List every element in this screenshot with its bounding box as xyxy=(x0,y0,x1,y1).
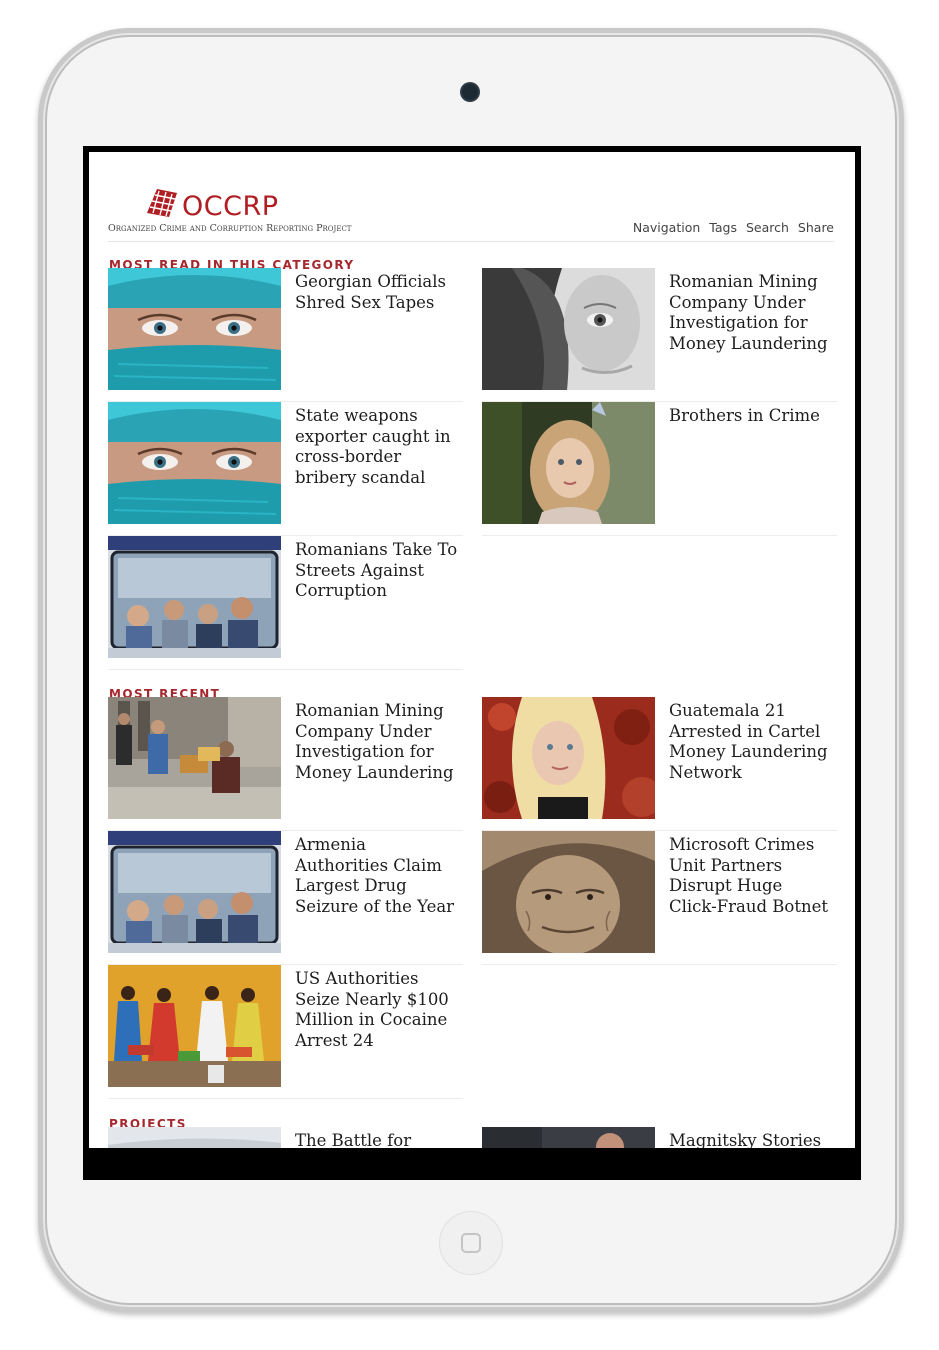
occrp-logo[interactable]: OCCRP Organized Crime and Corruption Rep… xyxy=(108,179,358,239)
article-card[interactable]: State weapons exporter caught in cross-b… xyxy=(108,402,463,536)
article-card[interactable]: Romanian Mining Company Under Investigat… xyxy=(108,697,463,831)
article-title[interactable]: Microsoft Crimes Unit Partners Disrupt H… xyxy=(669,835,834,917)
top-navigation: Navigation Tags Search Share xyxy=(624,220,834,235)
project-card[interactable]: Magnitsky Stories xyxy=(482,1127,837,1148)
page-viewport: OCCRP Organized Crime and Corruption Rep… xyxy=(89,152,855,1148)
article-card[interactable]: Brothers in Crime xyxy=(482,402,837,536)
article-title[interactable]: Romanian Mining Company Under Investigat… xyxy=(295,701,460,783)
article-thumbnail xyxy=(108,402,281,524)
article-thumbnail xyxy=(482,697,655,819)
article-thumbnail xyxy=(482,402,655,524)
card-divider xyxy=(482,964,837,965)
article-title[interactable]: Georgian Officials Shred Sex Tapes xyxy=(295,272,460,313)
article-card[interactable]: Guatemala 21 Arrested in Cartel Money La… xyxy=(482,697,837,831)
article-title[interactable]: Guatemala 21 Arrested in Cartel Money La… xyxy=(669,701,834,783)
article-title[interactable]: Brothers in Crime xyxy=(669,406,834,427)
card-divider xyxy=(108,669,463,670)
article-card[interactable]: Georgian Officials Shred Sex Tapes xyxy=(108,268,463,402)
article-card[interactable]: Romanians Take To Streets Against Corrup… xyxy=(108,536,463,670)
header-divider xyxy=(108,241,834,242)
logo-wordmark: OCCRP xyxy=(182,191,279,222)
nav-navigation[interactable]: Navigation xyxy=(633,220,700,235)
project-thumbnail xyxy=(482,1127,655,1148)
article-title[interactable]: Romanian Mining Company Under Investigat… xyxy=(669,272,834,354)
project-title[interactable]: Magnitsky Stories xyxy=(669,1131,834,1148)
article-title[interactable]: Armenia Authorities Claim Largest Drug S… xyxy=(295,835,460,917)
nav-tags[interactable]: Tags xyxy=(709,220,737,235)
article-card[interactable]: Romanian Mining Company Under Investigat… xyxy=(482,268,837,402)
card-divider xyxy=(482,535,837,536)
article-thumbnail xyxy=(108,268,281,390)
front-camera xyxy=(462,84,478,100)
nav-search[interactable]: Search xyxy=(746,220,789,235)
article-title[interactable]: US Authorities Seize Nearly $100 Million… xyxy=(295,969,460,1051)
logo-subtitle: Organized Crime and Corruption Reporting… xyxy=(108,223,352,234)
article-card[interactable]: US Authorities Seize Nearly $100 Million… xyxy=(108,965,463,1099)
article-thumbnail xyxy=(482,831,655,953)
article-title[interactable]: State weapons exporter caught in cross-b… xyxy=(295,406,460,488)
home-button-icon xyxy=(461,1233,481,1253)
article-thumbnail xyxy=(108,965,281,1087)
nav-share[interactable]: Share xyxy=(798,220,834,235)
article-thumbnail xyxy=(108,831,281,953)
article-thumbnail xyxy=(108,697,281,819)
project-card[interactable]: The Battle for xyxy=(108,1127,463,1148)
article-thumbnail xyxy=(482,268,655,390)
article-card[interactable]: Armenia Authorities Claim Largest Drug S… xyxy=(108,831,463,965)
project-thumbnail xyxy=(108,1127,281,1148)
article-card[interactable]: Microsoft Crimes Unit Partners Disrupt H… xyxy=(482,831,837,965)
article-thumbnail xyxy=(108,536,281,658)
tablet-screen: OCCRP Organized Crime and Corruption Rep… xyxy=(83,146,861,1180)
card-divider xyxy=(108,1098,463,1099)
project-title[interactable]: The Battle for xyxy=(295,1131,460,1148)
globe-logo-icon xyxy=(147,189,177,217)
home-button[interactable] xyxy=(439,1211,503,1275)
article-title[interactable]: Romanians Take To Streets Against Corrup… xyxy=(295,540,460,602)
